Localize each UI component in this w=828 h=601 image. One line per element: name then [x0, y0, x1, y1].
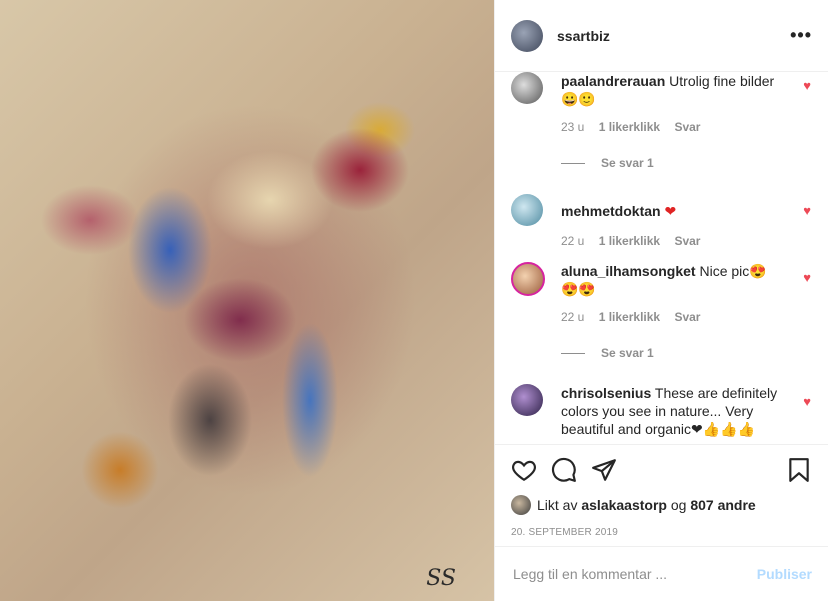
comment-time[interactable]: 22 u — [561, 310, 584, 324]
avatar[interactable] — [511, 72, 543, 104]
view-replies-label: Se svar 1 — [601, 156, 654, 170]
avatar[interactable] — [511, 262, 545, 296]
liked-by-user[interactable]: aslakaastorp — [581, 497, 667, 513]
avatar[interactable] — [511, 194, 543, 226]
post-image[interactable]: SS — [0, 0, 494, 601]
post-comment-button[interactable]: Publiser — [757, 566, 812, 582]
heart-small-icon[interactable]: ♥ — [803, 270, 811, 285]
post-header: ssartbiz ••• — [495, 0, 828, 72]
post-sidebar: ssartbiz ••• paalandrerauan Utrolig fine… — [494, 0, 828, 601]
more-options-icon[interactable]: ••• — [790, 25, 812, 46]
comment-username[interactable]: chrisolsenius — [561, 385, 651, 401]
comment-body: chrisolsenius These are definitely color… — [561, 384, 781, 438]
artist-signature: SS — [426, 566, 456, 591]
avatar[interactable] — [511, 384, 543, 416]
comment-time[interactable]: 23 u — [561, 120, 584, 134]
comment-input[interactable] — [511, 565, 757, 583]
reply-button[interactable]: Svar — [674, 310, 700, 324]
view-replies-button[interactable]: Se svar 1 — [561, 346, 811, 360]
comment-meta: 23 u 1 likerklikk Svar — [561, 120, 811, 134]
comment-body: aluna_ilhamsongket Nice pic😍 😍😍 — [561, 262, 781, 298]
comment-username[interactable]: mehmetdoktan — [561, 203, 661, 219]
comment-likes[interactable]: 1 likerklikk — [599, 120, 660, 134]
comment-emoji-line2: 😍😍 — [561, 281, 596, 297]
post-username[interactable]: ssartbiz — [557, 28, 610, 44]
likes-middle: og — [670, 497, 687, 513]
add-comment-bar: Publiser — [495, 546, 828, 601]
likes-count[interactable]: 807 andre — [690, 497, 755, 513]
avatar[interactable] — [511, 495, 531, 515]
post-actions: Likt av aslakaastorp og 807 andre 20. SE… — [495, 444, 828, 538]
comment-meta: 22 u 1 likerklikk Svar — [561, 234, 811, 248]
comment-item: mehmetdoktan ❤ ♥ 22 u 1 likerklikk Svar — [511, 194, 811, 248]
comment-item: chrisolsenius These are definitely color… — [511, 384, 811, 438]
reply-button[interactable]: Svar — [674, 120, 700, 134]
comment-icon[interactable] — [551, 457, 577, 483]
comment-emoji: ❤👍👍👍 — [691, 421, 756, 437]
share-icon[interactable] — [591, 457, 617, 483]
divider — [561, 162, 585, 164]
heart-outline-icon[interactable] — [511, 457, 537, 483]
comment-item: paalandrerauan Utrolig fine bilder 😀🙂 ♥ … — [511, 72, 811, 170]
comment-item: aluna_ilhamsongket Nice pic😍 😍😍 ♥ 22 u 1… — [511, 262, 811, 360]
avatar[interactable] — [511, 19, 543, 52]
comment-meta: 22 u 1 likerklikk Svar — [561, 310, 811, 324]
comment-body: paalandrerauan Utrolig fine bilder 😀🙂 — [561, 72, 781, 108]
comment-emoji: ❤ — [664, 203, 677, 219]
comment-likes[interactable]: 1 likerklikk — [599, 310, 660, 324]
comments-list[interactable]: paalandrerauan Utrolig fine bilder 😀🙂 ♥ … — [495, 72, 828, 444]
likes-prefix: Likt av — [537, 497, 578, 513]
likes-summary: Likt av aslakaastorp og 807 andre — [495, 495, 828, 515]
bookmark-icon[interactable] — [786, 457, 812, 483]
heart-small-icon[interactable]: ♥ — [803, 394, 811, 409]
action-icons-row — [495, 445, 828, 495]
comment-username[interactable]: paalandrerauan — [561, 73, 665, 89]
reply-button[interactable]: Svar — [674, 234, 700, 248]
comment-text: Nice pic — [699, 263, 750, 279]
divider — [561, 352, 585, 354]
comment-likes[interactable]: 1 likerklikk — [599, 234, 660, 248]
heart-small-icon[interactable]: ♥ — [803, 203, 811, 218]
comment-emoji: 😀🙂 — [561, 91, 596, 107]
comment-time[interactable]: 22 u — [561, 234, 584, 248]
view-replies-label: Se svar 1 — [601, 346, 654, 360]
comment-username[interactable]: aluna_ilhamsongket — [561, 263, 696, 279]
heart-small-icon[interactable]: ♥ — [803, 78, 811, 93]
comment-text: Utrolig fine bilder — [669, 73, 775, 89]
post-date[interactable]: 20. SEPTEMBER 2019 — [495, 527, 828, 538]
comment-emoji: 😍 — [749, 263, 767, 279]
comment-body: mehmetdoktan ❤ — [561, 194, 781, 220]
view-replies-button[interactable]: Se svar 1 — [561, 156, 811, 170]
